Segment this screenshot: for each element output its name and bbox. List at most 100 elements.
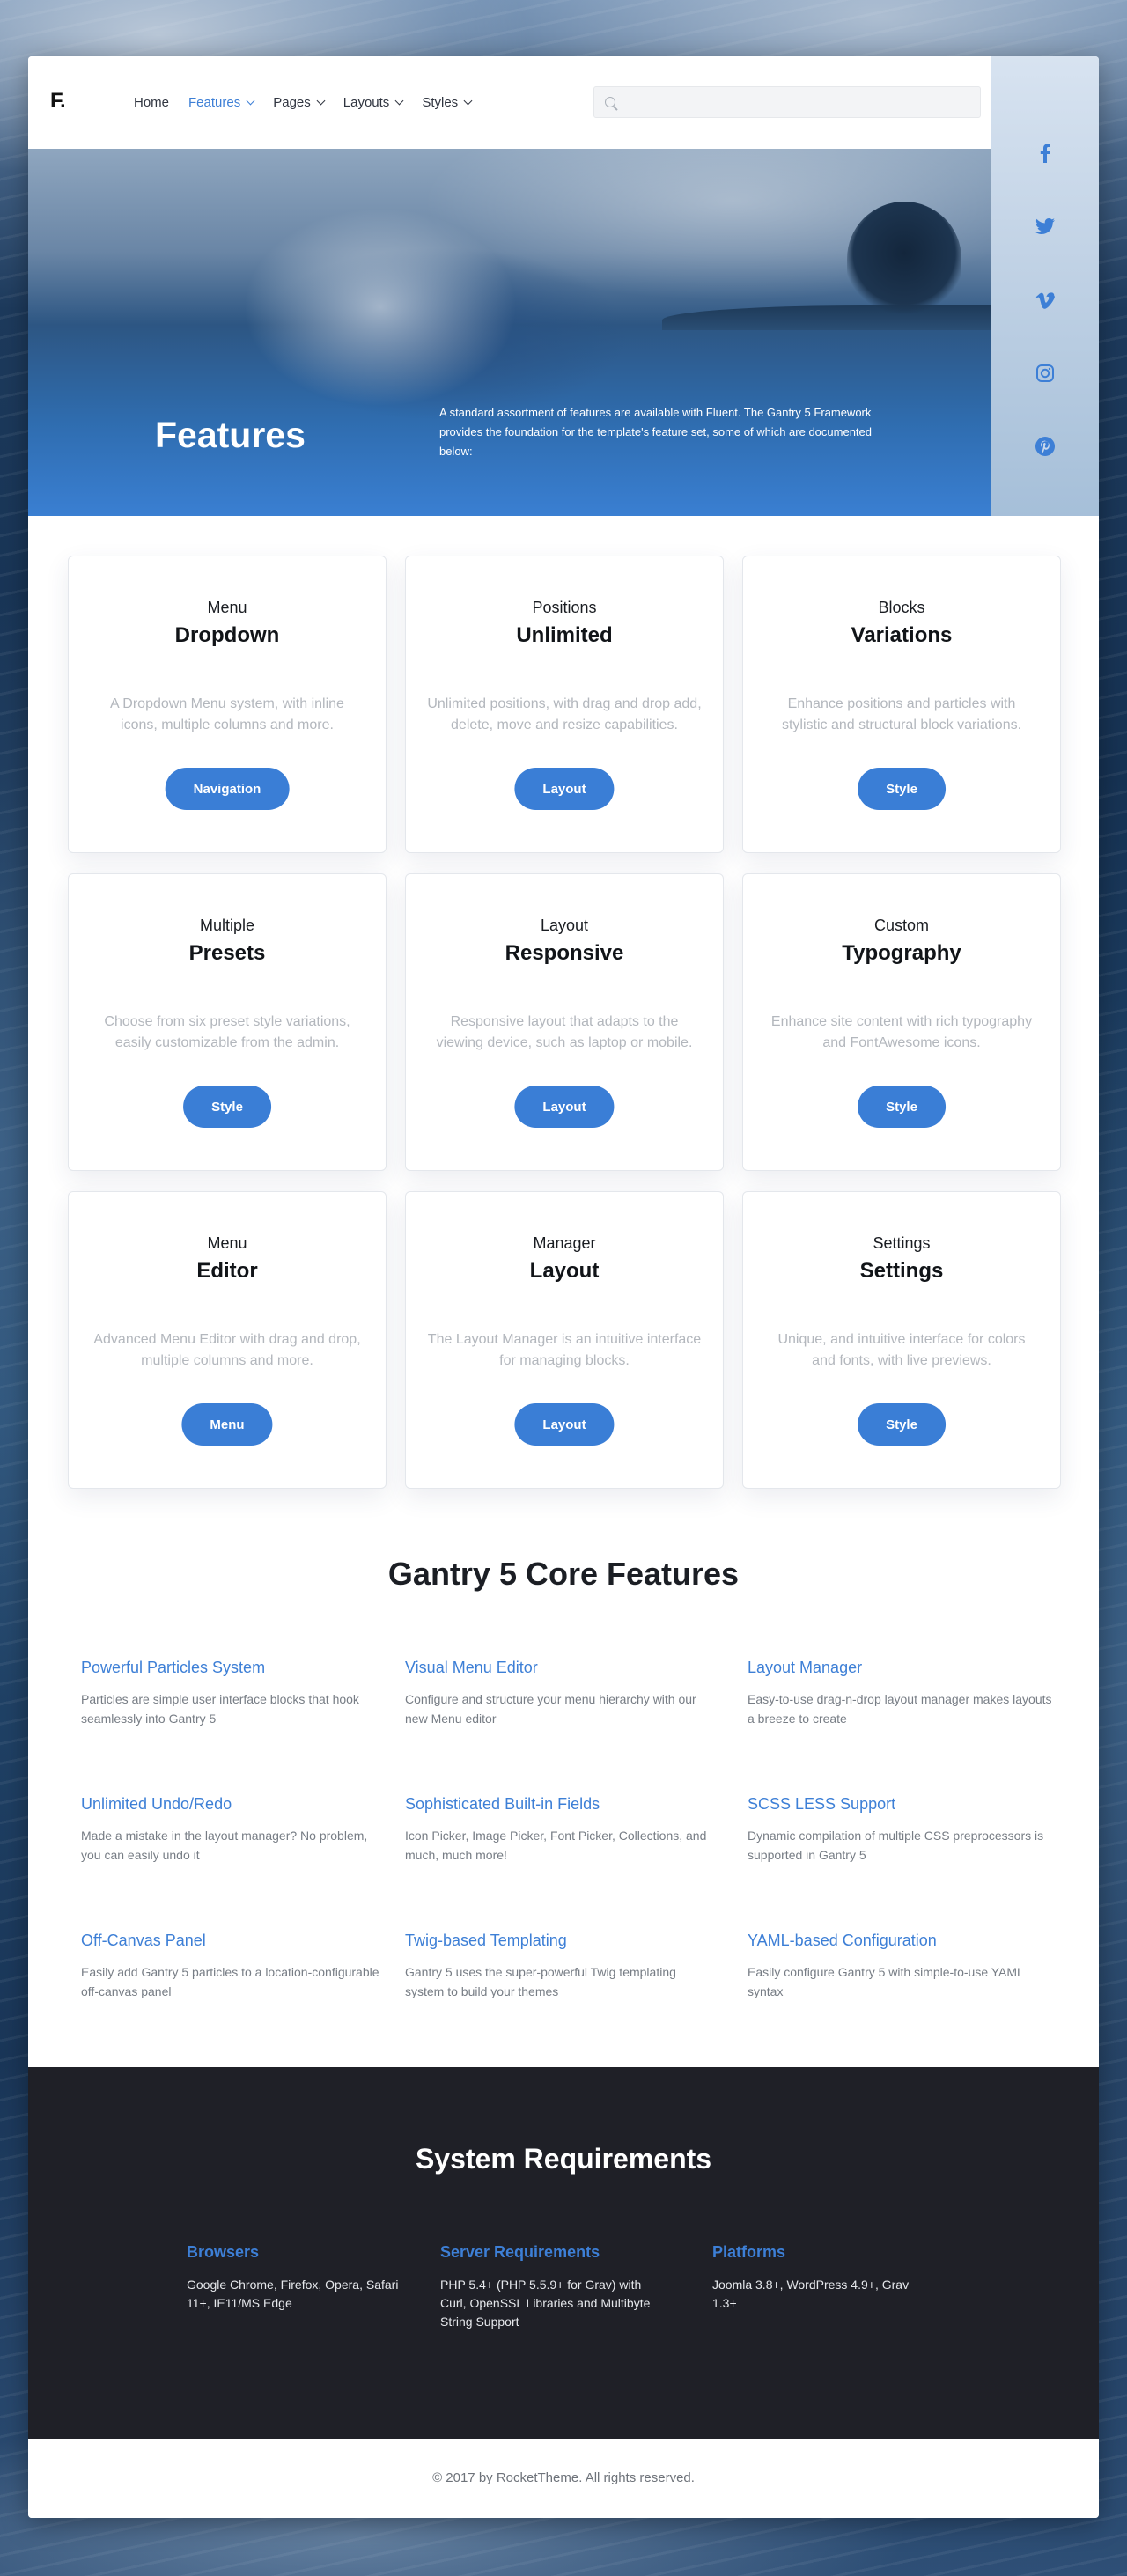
hero-description: A standard assortment of features are av…	[439, 406, 872, 458]
core-feature-title[interactable]: Visual Menu Editor	[405, 1659, 713, 1677]
chevron-down-icon	[316, 96, 326, 105]
page-title: Features	[155, 415, 306, 455]
core-feature-description: Gantry 5 uses the super-powerful Twig te…	[405, 1965, 676, 1998]
core-feature: Twig-based Templating Gantry 5 uses the …	[405, 1932, 713, 2001]
instagram-icon[interactable]	[1032, 360, 1058, 386]
core-feature-description: Configure and structure your menu hierar…	[405, 1692, 696, 1726]
feature-card: Layout Responsive Responsive layout that…	[405, 873, 724, 1171]
nav-item-pages[interactable]: Pages	[273, 92, 326, 113]
core-feature-title[interactable]: Unlimited Undo/Redo	[81, 1795, 389, 1814]
facebook-icon[interactable]	[1032, 140, 1058, 166]
core-feature: Sophisticated Built-in Fields Icon Picke…	[405, 1795, 713, 1865]
site-footer: © 2017 by RocketTheme. All rights reserv…	[28, 2439, 1099, 2518]
core-feature-title[interactable]: SCSS LESS Support	[748, 1795, 1056, 1814]
site-header: F. Home Features Pages Layouts Styles	[28, 56, 991, 149]
core-features-heading: Gantry 5 Core Features	[387, 1556, 740, 1592]
card-title: Variations	[851, 623, 953, 647]
card-description: A Dropdown Menu system, with inline icon…	[110, 696, 344, 732]
core-feature: YAML-based Configuration Easily configur…	[748, 1932, 1056, 2001]
core-feature: Unlimited Undo/Redo Made a mistake in th…	[81, 1795, 389, 1865]
requirement-column-server: Server Requirements PHP 5.4+ (PHP 5.5.9+…	[440, 2243, 660, 2331]
nav-item-styles[interactable]: Styles	[422, 92, 473, 113]
feature-card: Manager Layout The Layout Manager is an …	[405, 1191, 724, 1489]
nav-item-features[interactable]: Features	[188, 92, 255, 113]
twitter-icon[interactable]	[1032, 213, 1058, 239]
card-subtitle: Blocks	[878, 599, 925, 616]
card-subtitle: Menu	[207, 599, 247, 616]
card-description: Choose from six preset style variations,…	[104, 1014, 350, 1050]
style-button[interactable]: Style	[183, 1086, 271, 1128]
layout-button[interactable]: Layout	[514, 1086, 615, 1128]
search-input[interactable]	[622, 87, 975, 117]
search-box	[593, 86, 981, 118]
nav-item-label: Features	[188, 94, 241, 110]
core-feature-description: Easily add Gantry 5 particles to a locat…	[81, 1965, 379, 1998]
card-subtitle: Menu	[207, 1234, 247, 1252]
pinterest-icon[interactable]	[1032, 433, 1058, 460]
feature-card: Custom Typography Enhance site content w…	[742, 873, 1061, 1171]
navigation-button[interactable]: Navigation	[165, 768, 290, 810]
core-feature-title[interactable]: Sophisticated Built-in Fields	[405, 1795, 713, 1814]
nav-item-layouts[interactable]: Layouts	[343, 92, 404, 113]
requirement-title: Server Requirements	[440, 2243, 600, 2261]
feature-card: Settings Settings Unique, and intuitive …	[742, 1191, 1061, 1489]
system-requirements-section: System Requirements Browsers Google Chro…	[28, 2067, 1099, 2439]
style-button[interactable]: Style	[858, 1403, 946, 1446]
card-subtitle: Manager	[533, 1234, 596, 1252]
nav-item-home[interactable]: Home	[134, 92, 169, 113]
requirement-text: Google Chrome, Firefox, Opera, Safari 11…	[187, 2278, 399, 2310]
core-feature-title[interactable]: Off-Canvas Panel	[81, 1932, 389, 1950]
feature-card: Menu Editor Advanced Menu Editor with dr…	[68, 1191, 387, 1489]
nav-item-label: Home	[134, 94, 170, 110]
card-description: Unlimited positions, with drag and drop …	[427, 696, 702, 732]
core-feature: SCSS LESS Support Dynamic compilation of…	[748, 1795, 1056, 1865]
core-feature: Powerful Particles System Particles are …	[81, 1659, 389, 1728]
tree-silhouette-image	[847, 202, 961, 316]
style-button[interactable]: Style	[858, 768, 946, 810]
site-logo[interactable]: F.	[50, 89, 66, 114]
card-title: Unlimited	[516, 623, 613, 647]
menu-button[interactable]: Menu	[181, 1403, 273, 1446]
card-description: Responsive layout that adapts to the vie…	[436, 1014, 693, 1050]
card-title: Editor	[196, 1259, 258, 1283]
requirement-title: Browsers	[187, 2243, 260, 2261]
chevron-down-icon	[463, 96, 473, 105]
card-title: Dropdown	[174, 623, 280, 647]
card-title: Responsive	[505, 941, 624, 965]
card-title: Settings	[859, 1259, 944, 1283]
core-feature: Layout Manager Easy-to-use drag-n-drop l…	[748, 1659, 1056, 1728]
core-feature-description: Dynamic compilation of multiple CSS prep…	[748, 1829, 1044, 1862]
card-description: Advanced Menu Editor with drag and drop,…	[93, 1332, 361, 1368]
core-feature-description: Made a mistake in the layout manager? No…	[81, 1829, 368, 1862]
card-description: Enhance site content with rich typograph…	[770, 1014, 1033, 1050]
card-description: The Layout Manager is an intuitive inter…	[427, 1332, 702, 1368]
style-button[interactable]: Style	[858, 1086, 946, 1128]
chevron-down-icon	[246, 96, 255, 105]
feature-card: Menu Dropdown A Dropdown Menu system, wi…	[68, 556, 387, 853]
core-feature-title[interactable]: Layout Manager	[748, 1659, 1056, 1677]
card-title: Typography	[842, 941, 961, 965]
card-title: Presets	[188, 941, 266, 965]
core-feature-description: Particles are simple user interface bloc…	[81, 1692, 359, 1726]
core-feature-description: Easy-to-use drag-n-drop layout manager m…	[748, 1692, 1052, 1726]
social-sidebar	[991, 56, 1099, 516]
requirement-column-platforms: Platforms Joomla 3.8+, WordPress 4.9+, G…	[712, 2243, 932, 2313]
vimeo-icon[interactable]	[1032, 287, 1058, 313]
card-description: Enhance positions and particles with sty…	[781, 696, 1022, 732]
nav-item-label: Pages	[273, 94, 311, 110]
card-subtitle: Positions	[532, 599, 597, 616]
card-subtitle: Custom	[873, 916, 929, 934]
layout-button[interactable]: Layout	[514, 768, 615, 810]
card-subtitle: Settings	[873, 1234, 931, 1252]
requirement-column-browsers: Browsers Google Chrome, Firefox, Opera, …	[187, 2243, 407, 2313]
core-feature-title[interactable]: YAML-based Configuration	[748, 1932, 1056, 1950]
system-requirements-heading: System Requirements	[415, 2143, 712, 2175]
core-feature-title[interactable]: Twig-based Templating	[405, 1932, 713, 1950]
core-feature-title[interactable]: Powerful Particles System	[81, 1659, 389, 1677]
feature-card: Multiple Presets Choose from six preset …	[68, 873, 387, 1171]
hero-banner: Features A standard assortment of featur…	[28, 149, 991, 516]
chevron-down-icon	[394, 96, 404, 105]
card-subtitle: Multiple	[199, 916, 255, 934]
layout-button[interactable]: Layout	[514, 1403, 615, 1446]
requirement-text: Joomla 3.8+, WordPress 4.9+, Grav 1.3+	[712, 2278, 910, 2310]
